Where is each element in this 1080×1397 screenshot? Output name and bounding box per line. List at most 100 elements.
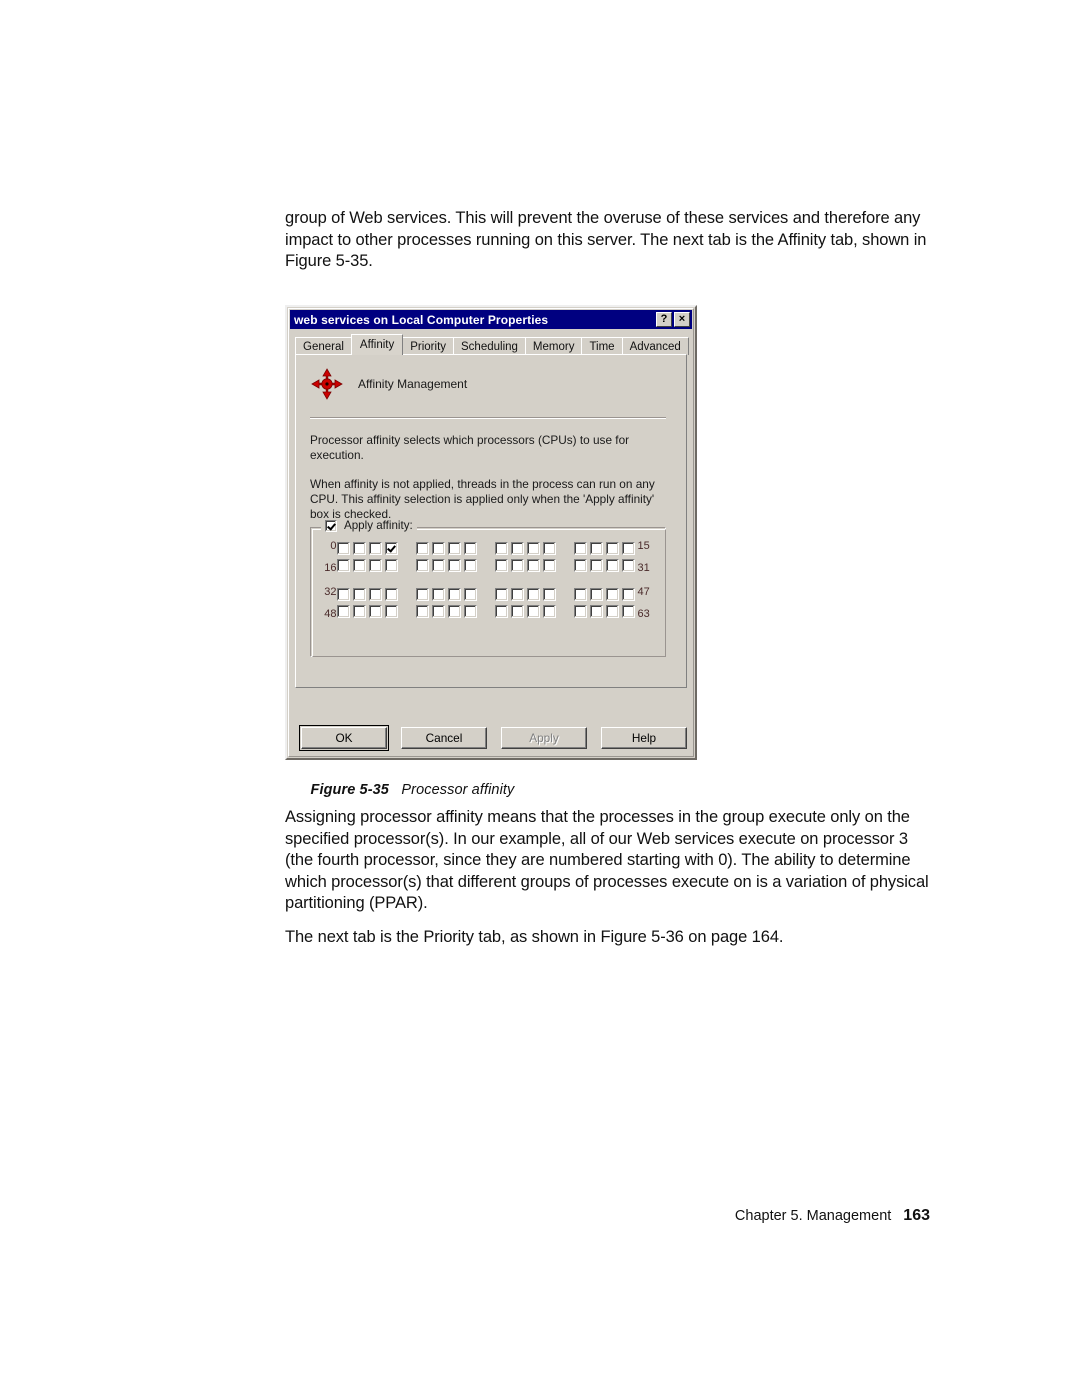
description-block: Processor affinity selects which process… [310,433,672,522]
cpu-checkbox-25[interactable] [510,559,524,572]
cpu-checkbox-16[interactable] [336,559,350,572]
cpu-checkbox-31[interactable] [621,559,635,572]
apply-affinity-label: Apply affinity: [344,519,413,532]
cpu-checkbox-30[interactable] [605,559,619,572]
tab-general[interactable]: General [295,337,352,355]
dialog-titlebar[interactable]: web services on Local Computer Propertie… [290,310,692,329]
help-icon[interactable]: ? [656,312,672,327]
cpu-checkbox-58[interactable] [526,605,540,618]
cpu-checkbox-49[interactable] [352,605,366,618]
cpu-checkbox-7[interactable] [463,542,477,555]
cpu-checkbox-34[interactable] [368,588,382,601]
cpu-row-0-start: 0 [330,540,337,552]
cpu-checkbox-23[interactable] [463,559,477,572]
cpu-checkbox-39[interactable] [463,588,477,601]
tab-memory[interactable]: Memory [524,337,583,355]
cpu-quad-1-3 [573,559,635,572]
cpu-checkbox-41[interactable] [510,588,524,601]
cpu-checkbox-28[interactable] [573,559,587,572]
cpu-checkbox-24[interactable] [494,559,508,572]
cpu-checkbox-4[interactable] [415,542,429,555]
tab-time[interactable]: Time [581,337,623,355]
tab-strip: General Affinity Priority Scheduling Mem… [295,334,689,355]
cpu-checkbox-11[interactable] [542,542,556,555]
cpu-checkbox-35[interactable] [384,588,398,601]
cpu-checkbox-26[interactable] [526,559,540,572]
panel-header-label: Affinity Management [358,377,468,391]
cpu-checkbox-36[interactable] [415,588,429,601]
cpu-checkbox-33[interactable] [352,588,366,601]
cpu-checkbox-61[interactable] [589,605,603,618]
cpu-checkbox-8[interactable] [494,542,508,555]
cpu-checkbox-37[interactable] [431,588,445,601]
cpu-quad-0-1 [415,542,477,555]
cpu-checkbox-29[interactable] [589,559,603,572]
tab-priority[interactable]: Priority [402,337,455,355]
cpu-checkbox-14[interactable] [605,542,619,555]
cpu-checkbox-55[interactable] [463,605,477,618]
cpu-checkbox-53[interactable] [431,605,445,618]
cpu-checkbox-48[interactable] [336,605,350,618]
cpu-quad-2-1 [415,588,477,601]
cpu-checkbox-40[interactable] [494,588,508,601]
cpu-checkbox-6[interactable] [447,542,461,555]
cpu-checkbox-57[interactable] [510,605,524,618]
cpu-quad-1-2 [494,559,556,572]
cpu-checkbox-20[interactable] [415,559,429,572]
paragraph-next-tab: The next tab is the Priority tab, as sho… [285,928,784,946]
cpu-checkbox-44[interactable] [573,588,587,601]
cpu-checkbox-0[interactable] [336,542,350,555]
footer-page-number: 163 [903,1207,930,1224]
description-line-1: Processor affinity selects which process… [310,433,630,462]
dialog-button-row: OK Cancel Apply Help [299,725,687,751]
apply-affinity-legend[interactable]: Apply affinity: [321,519,417,532]
cpu-checkbox-51[interactable] [384,605,398,618]
cpu-checkbox-47[interactable] [621,588,635,601]
apply-affinity-checkbox[interactable] [325,519,337,532]
cpu-quad-3-2 [494,605,556,618]
cpu-checkbox-19[interactable] [384,559,398,572]
cpu-block-upper: 0 15 16 31 [320,540,654,574]
cpu-checkbox-17[interactable] [352,559,366,572]
cpu-checkbox-18[interactable] [368,559,382,572]
cpu-row-2: 32 47 [320,586,654,603]
cancel-button[interactable]: Cancel [401,727,487,749]
cpu-checkbox-56[interactable] [494,605,508,618]
cpu-checkbox-21[interactable] [431,559,445,572]
cpu-checkbox-50[interactable] [368,605,382,618]
cpu-checkbox-9[interactable] [510,542,524,555]
cpu-checkbox-59[interactable] [542,605,556,618]
cpu-checkbox-2[interactable] [368,542,382,555]
cpu-checkbox-27[interactable] [542,559,556,572]
cpu-checkbox-15[interactable] [621,542,635,555]
cpu-checkbox-60[interactable] [573,605,587,618]
cpu-checkbox-10[interactable] [526,542,540,555]
cpu-checkbox-52[interactable] [415,605,429,618]
cpu-checkbox-46[interactable] [605,588,619,601]
cpu-checkbox-22[interactable] [447,559,461,572]
cpu-checkbox-3[interactable] [384,542,398,555]
cpu-checkbox-32[interactable] [336,588,350,601]
cpu-checkbox-12[interactable] [573,542,587,555]
cpu-checkbox-63[interactable] [621,605,635,618]
close-icon[interactable]: × [674,312,690,327]
ok-button[interactable]: OK [299,725,389,751]
figure-caption-title: Processor affinity [401,782,515,798]
cpu-row-3: 48 63 [320,603,654,620]
cpu-checkbox-13[interactable] [589,542,603,555]
cpu-checkbox-42[interactable] [526,588,540,601]
paragraph-affinity-explanation: Assigning processor affinity means that … [285,808,929,912]
tab-scheduling[interactable]: Scheduling [453,337,526,355]
cpu-checkbox-62[interactable] [605,605,619,618]
cpu-checkbox-45[interactable] [589,588,603,601]
cpu-checkbox-1[interactable] [352,542,366,555]
help-button[interactable]: Help [601,727,687,749]
cpu-checkbox-5[interactable] [431,542,445,555]
cpu-row-0: 0 15 [320,540,654,557]
cpu-checkbox-43[interactable] [542,588,556,601]
cpu-checkbox-38[interactable] [447,588,461,601]
tab-affinity[interactable]: Affinity [350,334,404,355]
cpu-checkbox-54[interactable] [447,605,461,618]
tab-advanced[interactable]: Advanced [621,337,689,355]
cpu-row-0-end: 15 [637,540,650,552]
